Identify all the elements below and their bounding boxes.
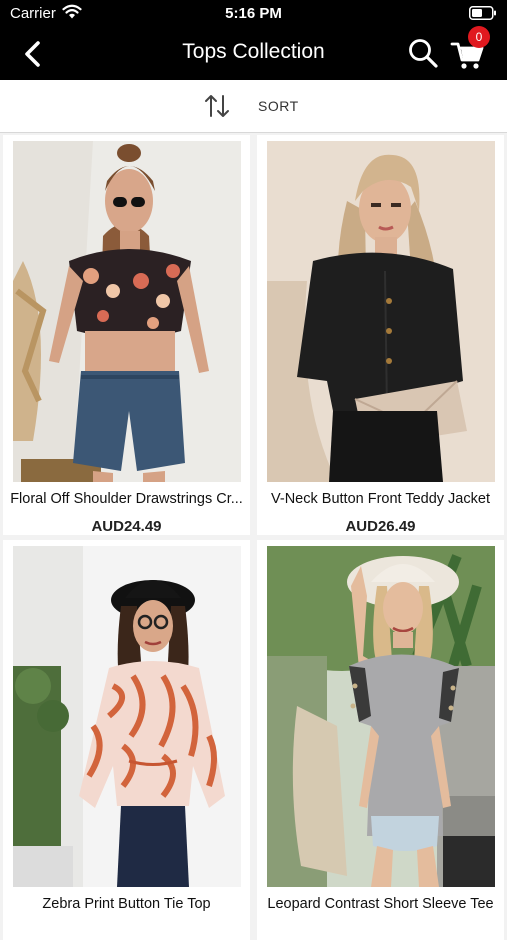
battery-icon [469,6,496,20]
product-card[interactable]: Leopard Contrast Short Sleeve Tee [257,540,504,940]
sort-label: SORT [258,98,299,114]
product-image [267,546,495,887]
product-card[interactable]: Floral Off Shoulder Drawstrings Cr... AU… [3,135,250,535]
product-price: AUD26.49 [345,518,416,535]
search-icon [409,39,438,68]
product-name: Zebra Print Button Tie Top [42,896,211,912]
chevron-left-icon [25,41,40,67]
status-time: 5:16 PM [225,5,282,22]
sort-bar: SORT [0,80,507,133]
sort-arrows-icon [205,95,229,117]
product-card[interactable]: Zebra Print Button Tie Top [3,540,250,940]
product-name: V-Neck Button Front Teddy Jacket [271,491,490,507]
product-image [13,141,241,482]
product-image [267,141,495,482]
navigation-bar: Tops Collection 0 [0,26,507,80]
product-price: AUD24.49 [91,518,162,535]
product-card[interactable]: V-Neck Button Front Teddy Jacket AUD26.4… [257,135,504,535]
product-image [13,546,241,887]
back-button[interactable] [18,38,50,70]
product-name: Floral Off Shoulder Drawstrings Cr... [10,491,243,507]
sort-button[interactable]: SORT [196,90,316,122]
status-bar: Carrier 5:16 PM [0,0,507,28]
cart-count-badge: 0 [468,26,490,48]
search-button[interactable] [406,36,440,70]
top-bar: Carrier 5:16 PM Tops Collection 0 [0,0,507,80]
product-name: Leopard Contrast Short Sleeve Tee [267,896,494,912]
